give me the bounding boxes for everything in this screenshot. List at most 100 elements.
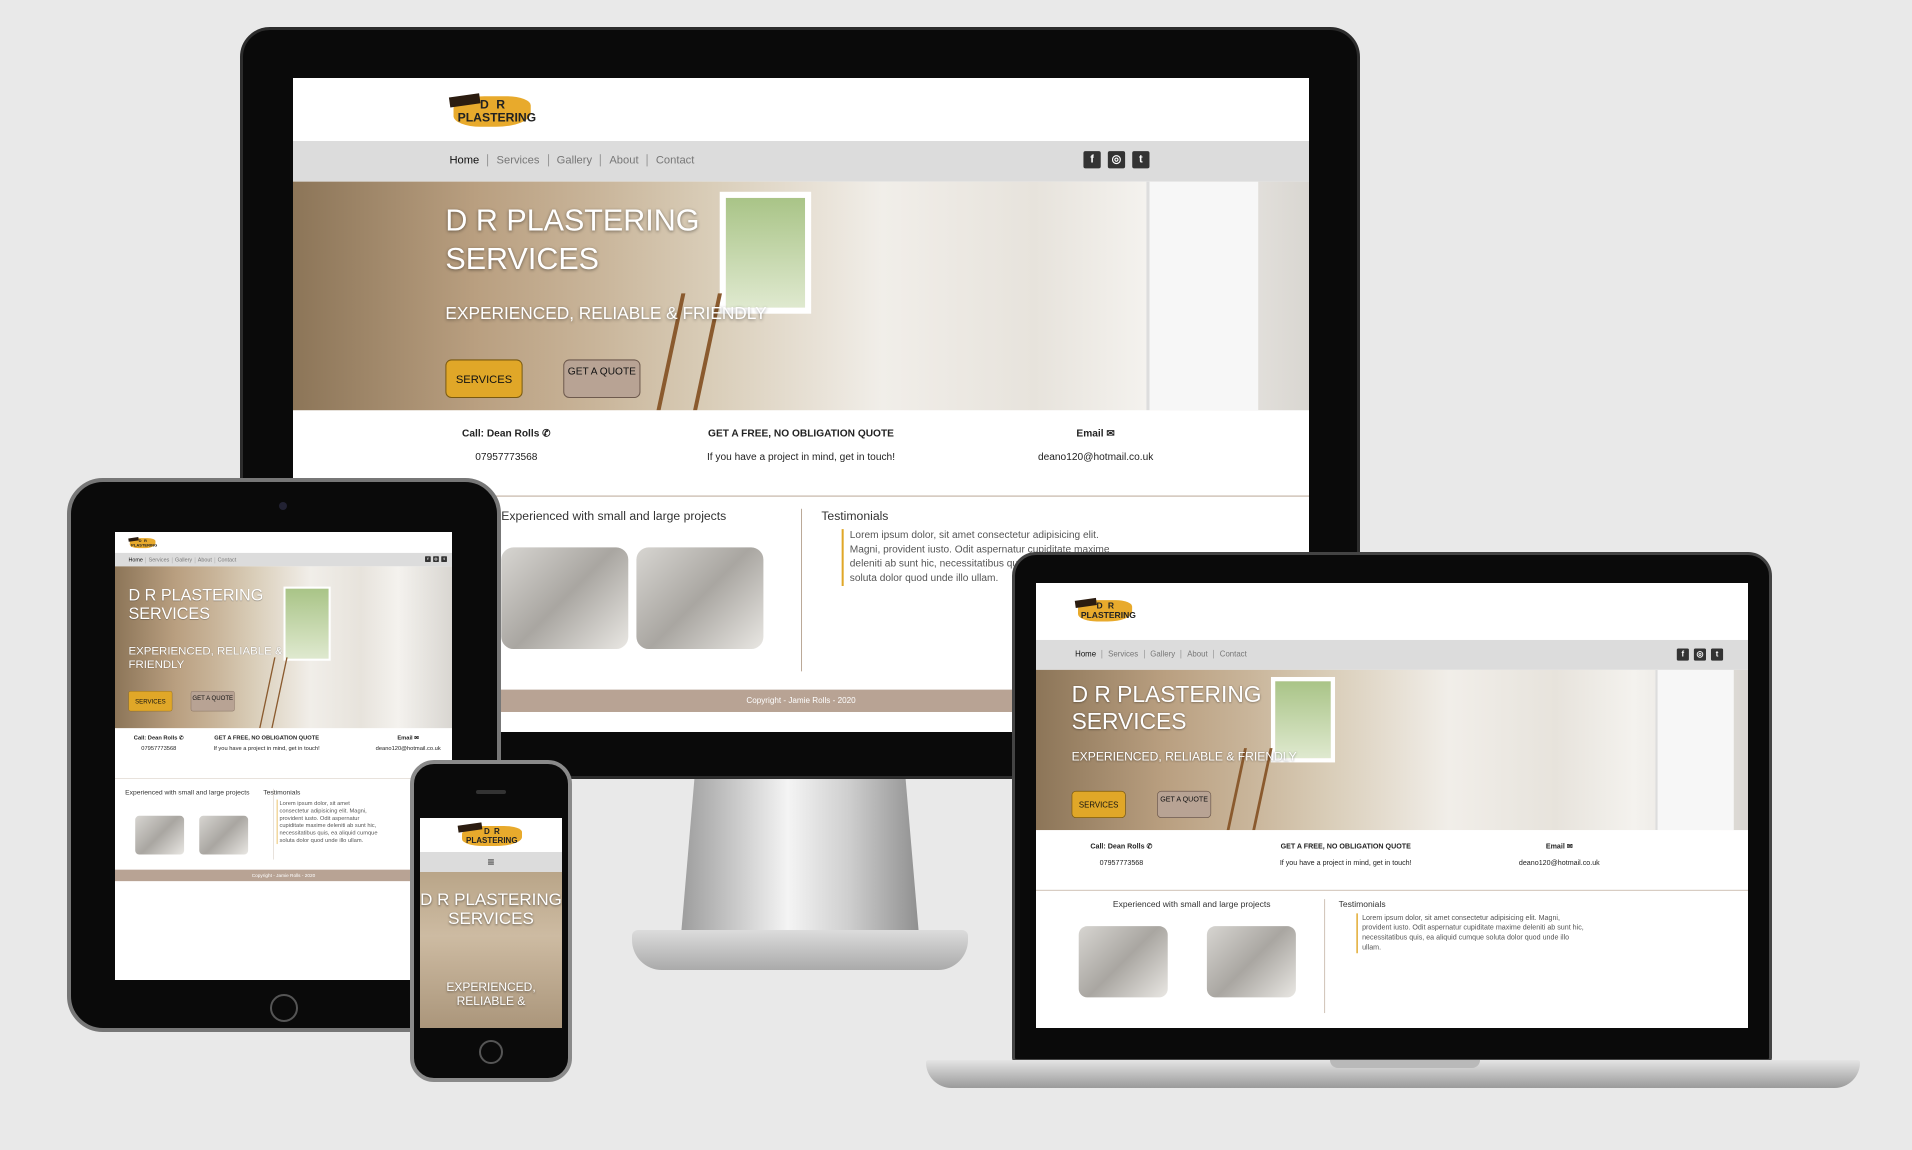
quote-text: If you have a project in mind, get in to… [213, 744, 320, 752]
nav-contact[interactable]: Contact [1214, 650, 1252, 659]
site-logo[interactable]: D R PLASTERING [1074, 596, 1136, 624]
nav-services[interactable]: Services [1102, 649, 1145, 659]
site-footer: Copyright - Jamie Rolls - 2020 [115, 869, 452, 882]
hero-door-image [1146, 181, 1259, 411]
email-address[interactable]: deano120@hotmail.co.uk [1038, 452, 1153, 463]
call-label: Call: Dean Rolls ✆ [1090, 842, 1153, 851]
quote-block: GET A FREE, NO OBLIGATION QUOTE If you h… [199, 734, 334, 752]
call-block: Call: Dean Rolls ✆ 07957773568 [115, 734, 209, 752]
hero-tagline: EXPERIENCED, RELIABLE & FRIENDLY [445, 303, 767, 323]
social-links: f ◎ t [1676, 648, 1724, 661]
twitter-icon[interactable]: t [441, 556, 447, 562]
call-label: Call: Dean Rolls ✆ [462, 428, 551, 440]
nav-home[interactable]: Home [449, 154, 489, 167]
hamburger-menu-icon[interactable]: ≡ [420, 852, 562, 872]
site-logo[interactable]: D R PLASTERING [128, 536, 157, 549]
gallery-thumbnail[interactable] [135, 815, 185, 855]
quote-block: GET A FREE, NO OBLIGATION QUOTE If you h… [649, 429, 954, 464]
gallery-thumbnail[interactable] [1206, 926, 1296, 998]
quote-text: If you have a project in mind, get in to… [706, 451, 896, 464]
instagram-icon[interactable]: ◎ [433, 556, 439, 562]
gallery-thumbnail[interactable] [1078, 926, 1168, 998]
hero-title: D R PLASTERING SERVICES [128, 586, 264, 623]
social-links: f ◎ t [425, 556, 447, 562]
nav-about[interactable]: About [195, 557, 215, 564]
testimonials-title: Testimonials [1338, 899, 1386, 910]
nav-bar: Home Services Gallery About Contact f ◎ … [293, 140, 1309, 182]
hero-tagline: EXPERIENCED, RELIABLE & [446, 980, 536, 1008]
email-address[interactable]: deano120@hotmail.co.uk [1519, 859, 1600, 867]
gallery-thumbnail[interactable] [501, 547, 629, 649]
quote-text: If you have a project in mind, get in to… [1279, 859, 1412, 868]
nav-menu: Home Services Gallery About Contact [1075, 649, 1252, 659]
section-divider [801, 508, 803, 672]
facebook-icon[interactable]: f [1676, 648, 1689, 661]
site-header: D R PLASTERING [293, 78, 1309, 141]
experience-title: Experienced with small and large project… [125, 788, 250, 797]
nav-about[interactable]: About [601, 154, 648, 167]
testimonial-quote: Lorem ipsum dolor, sit amet consectetur … [276, 799, 378, 845]
email-label: Email ✉ [1545, 842, 1573, 851]
email-block: Email ✉ deano120@hotmail.co.uk [358, 734, 452, 752]
gallery-thumbnail[interactable] [199, 815, 249, 855]
hero-title: D R PLASTERING SERVICES [445, 203, 700, 277]
get-quote-button[interactable]: GET A QUOTE [563, 359, 641, 399]
facebook-icon[interactable]: f [1083, 151, 1101, 169]
logo-text-dr: D R [479, 97, 508, 112]
nav-about[interactable]: About [1182, 649, 1215, 659]
nav-contact[interactable]: Contact [215, 557, 239, 563]
nav-bar: Home Services Gallery About Contact f ◎ … [1036, 639, 1748, 670]
monitor-stand-base [632, 930, 968, 970]
twitter-icon[interactable]: t [1132, 151, 1150, 169]
instagram-icon[interactable]: ◎ [1693, 648, 1706, 661]
nav-menu: Home Services Gallery About Contact [449, 154, 703, 167]
site-logo[interactable]: D R PLASTERING [448, 90, 536, 131]
phone-number[interactable]: 07957773568 [475, 452, 537, 463]
gallery-thumbnail[interactable] [636, 547, 764, 649]
tablet-home-button [270, 994, 298, 1022]
logo-text-plastering: PLASTERING [1080, 610, 1136, 621]
social-links: f ◎ t [1083, 151, 1150, 169]
quote-block: GET A FREE, NO OBLIGATION QUOTE If you h… [1239, 843, 1453, 867]
call-label: Call: Dean Rolls ✆ [133, 734, 184, 741]
phone-number[interactable]: 07957773568 [141, 745, 176, 751]
instagram-icon[interactable]: ◎ [1107, 151, 1126, 169]
nav-home[interactable]: Home [1075, 649, 1103, 659]
nav-gallery[interactable]: Gallery [1145, 649, 1182, 659]
email-label: Email ✉ [1076, 428, 1115, 440]
logo-text-dr: D R [484, 827, 501, 836]
laptop-notch [1330, 1060, 1480, 1068]
phone-number[interactable]: 07957773568 [1100, 859, 1144, 867]
phone-screen: D R PLASTERING ≡ D R PLASTERING SERVICES… [420, 818, 562, 1028]
nav-gallery[interactable]: Gallery [549, 154, 602, 167]
services-button[interactable]: SERVICES [445, 359, 523, 399]
testimonials-title: Testimonials [263, 788, 301, 797]
monitor-stand [680, 779, 920, 947]
hero-door-image [1655, 669, 1734, 831]
site-logo[interactable]: D R PLASTERING [457, 822, 524, 848]
contact-strip: Call: Dean Rolls ✆ 07957773568 GET A FRE… [1036, 830, 1748, 891]
nav-contact[interactable]: Contact [648, 154, 703, 166]
hero-banner: D R PLASTERING SERVICES EXPERIENCED, REL… [293, 181, 1309, 411]
twitter-icon[interactable]: t [1710, 648, 1724, 661]
facebook-icon[interactable]: f [425, 556, 431, 562]
logo-text-plastering: PLASTERING [466, 836, 518, 845]
call-block: Call: Dean Rolls ✆ 07957773568 [1036, 843, 1228, 867]
email-block: Email ✉ deano120@hotmail.co.uk [943, 429, 1248, 464]
get-quote-button[interactable]: GET A QUOTE [190, 691, 235, 712]
services-button[interactable]: SERVICES [128, 691, 173, 712]
tablet-screen: D R PLASTERING Home Services Gallery Abo… [115, 532, 452, 980]
hero-title: D R PLASTERING SERVICES [1071, 681, 1262, 734]
experience-title: Experienced with small and large project… [1112, 899, 1271, 910]
hero-tagline: EXPERIENCED, RELIABLE & FRIENDLY [1071, 749, 1297, 764]
phone-home-button [479, 1040, 503, 1064]
hero-banner: D R PLASTERING SERVICES EXPERIENCED, REL… [420, 872, 562, 1028]
services-button[interactable]: SERVICES [1071, 790, 1126, 818]
email-address[interactable]: deano120@hotmail.co.uk [376, 745, 441, 751]
get-quote-button[interactable]: GET A QUOTE [1157, 790, 1212, 818]
nav-services[interactable]: Services [146, 557, 173, 564]
nav-gallery[interactable]: Gallery [172, 557, 196, 564]
nav-home[interactable]: Home [128, 557, 146, 564]
site-header: D R PLASTERING [1036, 583, 1748, 640]
nav-services[interactable]: Services [488, 154, 549, 167]
